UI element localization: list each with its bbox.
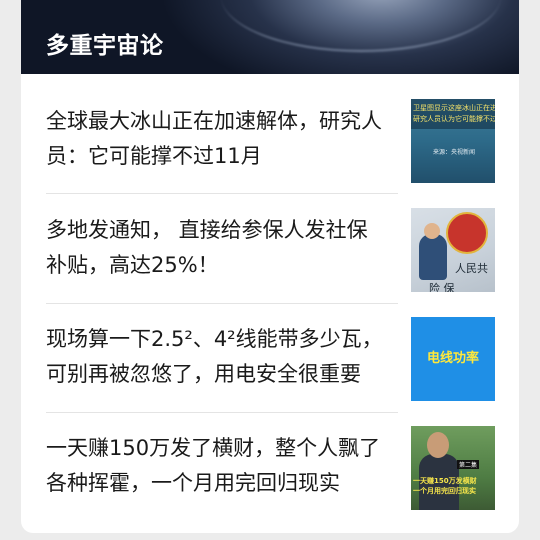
article-title[interactable]: 一天赚150万发了横财，整个人飘了各种挥霍，一个月用完回归现实 (46, 431, 386, 501)
article-thumbnail[interactable]: 第二集 一天赚150万发横财 一个月用完回归现实 (411, 426, 495, 510)
thumbnail-caption: 一个月用完回归现实 (413, 487, 476, 495)
article-thumbnail[interactable]: 人民共 险 保 (411, 208, 495, 292)
topic-header[interactable]: 多重宇宙论 (21, 0, 519, 74)
article-item-1[interactable]: 全球最大冰山正在加速解体，研究人员：它可能撑不过11月 卫星图显示这座冰山正在进… (21, 74, 519, 183)
article-item-2[interactable]: 多地发通知， 直接给参保人发社保补贴，高达25%！ 人民共 险 保 (21, 183, 519, 292)
article-item-3[interactable]: 现场算一下2.5²、4²线能带多少瓦，可别再被忽悠了，用电安全很重要 电线功率 (21, 292, 519, 401)
article-card: 多重宇宙论 全球最大冰山正在加速解体，研究人员：它可能撑不过11月 卫星图显示这… (21, 0, 519, 533)
planet-glow-decoration (221, 0, 501, 52)
thumbnail-caption: 险 保 (429, 282, 455, 292)
thumbnail-caption: 卫星图显示这座冰山正在进 (413, 104, 495, 112)
article-item-4[interactable]: 一天赚150万发了横财，整个人飘了各种挥霍，一个月用完回归现实 第二集 一天赚1… (21, 401, 519, 510)
figurine-icon (419, 234, 447, 280)
article-thumbnail[interactable]: 卫星图显示这座冰山正在进 研究人员认为它可能撑不过2025年 来源：央视新闻 (411, 99, 495, 183)
emblem-icon (446, 212, 488, 254)
article-title[interactable]: 多地发通知， 直接给参保人发社保补贴，高达25%！ (46, 213, 386, 283)
thumbnail-source: 来源：央视新闻 (433, 149, 476, 156)
thumbnail-caption: 研究人员认为它可能撑不过2025年 (413, 115, 495, 123)
article-title[interactable]: 全球最大冰山正在加速解体，研究人员：它可能撑不过11月 (46, 104, 386, 174)
thumbnail-caption: 人民共 (455, 262, 488, 275)
topic-title: 多重宇宙论 (46, 33, 164, 59)
thumbnail-caption: 一天赚150万发横财 (413, 477, 477, 485)
thumbnail-caption: 电线功率 (426, 351, 479, 366)
article-title[interactable]: 现场算一下2.5²、4²线能带多少瓦，可别再被忽悠了，用电安全很重要 (46, 322, 386, 392)
thumbnail-episode: 第二集 (457, 460, 480, 469)
article-thumbnail[interactable]: 电线功率 (411, 317, 495, 401)
